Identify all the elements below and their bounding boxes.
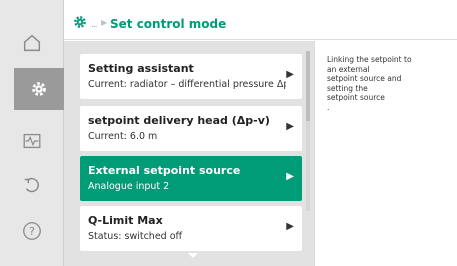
- chevron-right-icon: ▶: [286, 221, 294, 232]
- diagnostics-icon: [23, 133, 41, 149]
- settings-gear-icon: [32, 82, 46, 96]
- menu-item-subtitle: Analogue input 2: [88, 181, 170, 192]
- svg-text:?: ?: [29, 225, 35, 238]
- settings-gear-icon: [74, 16, 86, 28]
- menu-item-setpoint-delivery-head[interactable]: setpoint delivery head (Δp-v) Current: 6…: [80, 106, 302, 151]
- scrollbar-thumb[interactable]: [306, 51, 310, 121]
- breadcrumb-arrow-icon: ▶: [101, 18, 108, 27]
- menu-item-subtitle: Status: switched off: [88, 231, 183, 242]
- menu-item-external-setpoint-source[interactable]: External setpoint source Analogue input …: [80, 156, 302, 201]
- menu-item-subtitle: Current: radiator – differential pressur…: [88, 79, 286, 90]
- help-icon: ?: [23, 222, 41, 240]
- chevron-right-icon: ▶: [286, 69, 294, 80]
- menu-item-setting-assistant[interactable]: Setting assistant Current: radiator – di…: [80, 54, 302, 99]
- settings-button[interactable]: [14, 68, 64, 110]
- navigation-rail: ?: [0, 0, 64, 266]
- chevron-right-icon: ▶: [286, 121, 294, 132]
- diagnostics-button[interactable]: [8, 120, 56, 162]
- menu-item-title: Setting assistant: [88, 62, 194, 75]
- home-icon: [23, 34, 41, 52]
- menu-list: Setting assistant Current: radiator – di…: [64, 41, 314, 266]
- restore-icon: [24, 177, 39, 193]
- menu-item-title: External setpoint source: [88, 164, 241, 177]
- device-screen: ? ... ▶ Set control mode Setting assista…: [0, 0, 457, 266]
- chevron-right-icon: ▶: [286, 171, 294, 182]
- page-title: Set control mode: [110, 17, 227, 31]
- restore-button[interactable]: [8, 164, 56, 206]
- scroll-down-arrow-icon[interactable]: [188, 253, 198, 258]
- home-button[interactable]: [8, 22, 56, 64]
- menu-item-subtitle: Current: 6.0 m: [88, 131, 158, 142]
- help-pane: Linking the setpoint to an external setp…: [314, 41, 457, 266]
- menu-item-q-limit-max[interactable]: Q-Limit Max Status: switched off ▶: [80, 206, 302, 251]
- menu-item-title: Q-Limit Max: [88, 214, 163, 227]
- help-button[interactable]: ?: [8, 210, 56, 252]
- help-text: Linking the setpoint to an external setp…: [327, 55, 412, 112]
- menu-item-title: setpoint delivery head (Δp-v): [88, 114, 270, 127]
- breadcrumb-ellipsis: ...: [91, 20, 98, 30]
- header: ... ▶ Set control mode: [64, 0, 457, 40]
